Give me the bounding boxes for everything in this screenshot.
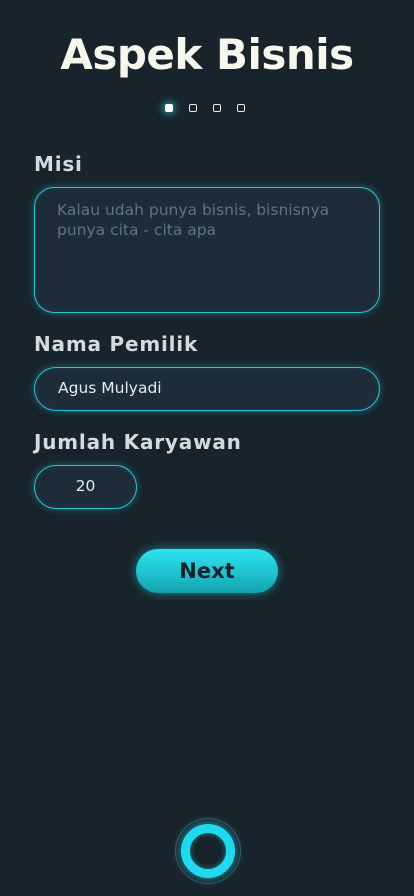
step-dot-3 bbox=[213, 104, 221, 112]
next-button[interactable]: Next bbox=[136, 549, 278, 593]
nama-pemilik-label: Nama Pemilik bbox=[34, 332, 199, 356]
ring-icon bbox=[181, 824, 235, 878]
jumlah-karyawan-input[interactable]: 20 bbox=[34, 465, 137, 509]
nama-pemilik-input[interactable]: Agus Mulyadi bbox=[34, 367, 380, 411]
step-dot-2 bbox=[189, 104, 197, 112]
step-dot-1 bbox=[165, 104, 173, 112]
misi-label: Misi bbox=[34, 152, 83, 176]
home-button[interactable] bbox=[175, 818, 241, 884]
screen: Aspek Bisnis Misi Kalau udah punya bisni… bbox=[0, 0, 414, 896]
step-dot-4 bbox=[237, 104, 245, 112]
step-indicator bbox=[165, 104, 245, 112]
misi-textarea[interactable]: Kalau udah punya bisnis, bisnisnya punya… bbox=[34, 187, 380, 313]
page-title: Aspek Bisnis bbox=[60, 30, 354, 79]
jumlah-karyawan-label: Jumlah Karyawan bbox=[34, 430, 242, 454]
